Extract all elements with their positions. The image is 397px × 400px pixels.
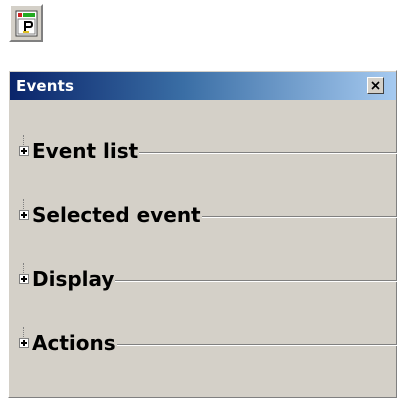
section-label: Event list — [32, 139, 140, 163]
panel-title: Events — [16, 77, 75, 95]
app-launch-button[interactable] — [9, 4, 43, 42]
section-label: Selected event — [32, 203, 202, 227]
events-titlebar[interactable]: Events — [10, 72, 396, 100]
tree-connector — [23, 135, 25, 145]
tree-connector — [23, 327, 25, 337]
close-button[interactable] — [367, 77, 384, 94]
expand-icon[interactable] — [19, 146, 29, 156]
section-actions[interactable]: Actions — [19, 327, 397, 357]
expand-icon[interactable] — [19, 338, 29, 348]
expand-icon[interactable] — [19, 274, 29, 284]
section-event-list[interactable]: Event list — [19, 135, 397, 165]
events-panel: Events Event list Selected event Display… — [8, 70, 397, 398]
expand-icon[interactable] — [19, 210, 29, 220]
event-page-icon — [15, 10, 38, 37]
tree-connector — [23, 263, 25, 273]
section-display[interactable]: Display — [19, 263, 397, 293]
section-selected-event[interactable]: Selected event — [19, 199, 397, 229]
tree-connector — [23, 199, 25, 209]
section-label: Display — [32, 267, 116, 291]
section-label: Actions — [32, 331, 117, 355]
close-icon — [371, 81, 380, 90]
